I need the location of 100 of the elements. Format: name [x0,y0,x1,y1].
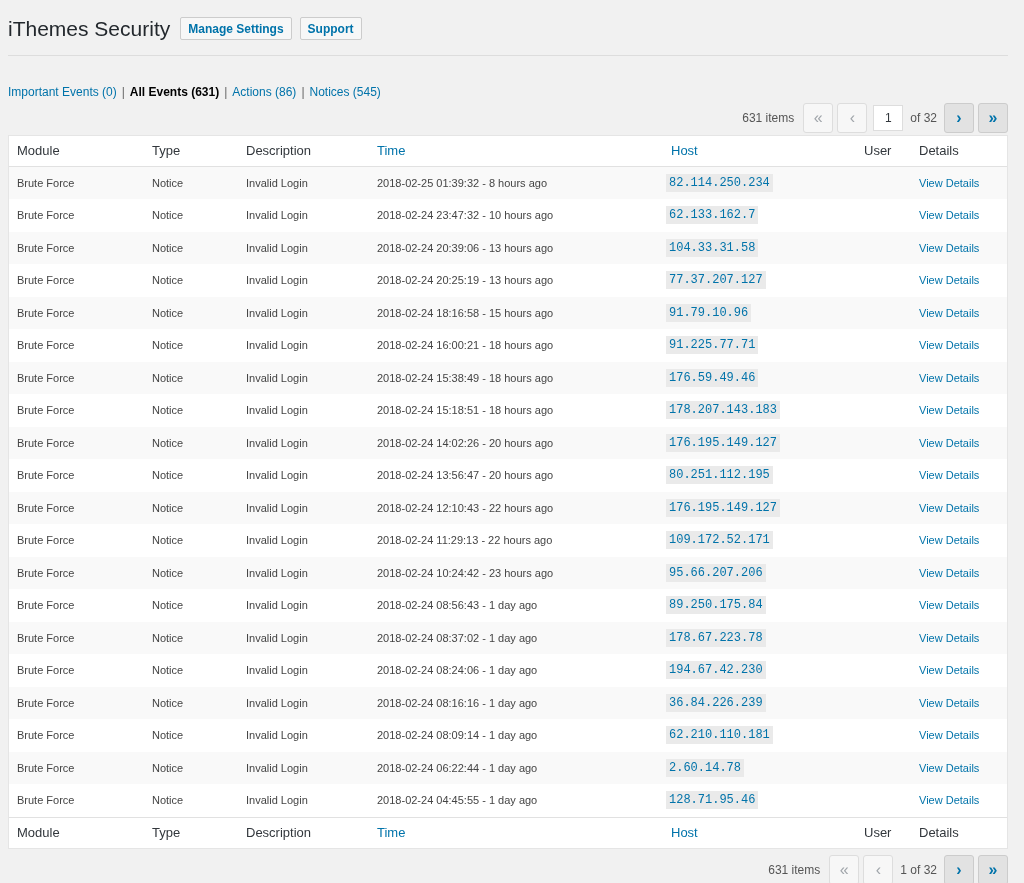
table-cell: Brute Force [17,566,75,579]
view-details-link[interactable]: View Details [919,794,980,806]
table-cell: 2018-02-24 16:00:21 - 18 hours ago [377,339,554,351]
column-header: Type [152,824,181,840]
view-details-link[interactable]: View Details [919,436,980,449]
view-details-link[interactable]: View Details [919,274,980,286]
table-cell: Notice [152,339,184,351]
header-button[interactable]: Support [299,17,362,41]
table-cell: 2018-02-24 08:16:16 - 1 day ago [377,696,538,709]
view-details-link[interactable]: View Details [919,339,980,351]
view-details-link[interactable]: View Details [919,501,980,514]
filter-link[interactable]: Notices (545) [309,82,381,101]
table-cell: Invalid Login [246,501,308,514]
table-cell: Invalid Login [246,566,308,579]
table-cell: Notice [152,306,184,319]
view-details-link[interactable]: View Details [919,599,980,611]
table-cell: Brute Force [17,729,75,741]
host-address: 176.195.149.127 [666,498,781,517]
filter-link[interactable]: Actions (86) [232,82,297,101]
column-header[interactable]: Host [671,142,698,158]
table-cell: 2018-02-24 08:09:14 - 1 day ago [377,729,538,741]
table-cell: Brute Force [17,761,75,774]
table-cell: Invalid Login [246,631,308,644]
next-page-button[interactable]: › [944,102,974,133]
view-details-link[interactable]: View Details [919,631,980,644]
host-address: 178.67.223.78 [666,628,766,647]
view-details-link[interactable]: View Details [919,404,980,416]
host-address: 194.67.42.230 [666,661,766,680]
table-cell: Invalid Login [246,696,308,709]
host-address: 80.251.112.195 [666,466,773,485]
table-cell: Notice [152,631,184,644]
page-title: iThemes Security [8,16,171,42]
table-cell: Invalid Login [246,241,308,254]
table-cell: Invalid Login [246,534,308,546]
table-cell: Brute Force [17,664,75,676]
table-cell: Notice [152,664,184,676]
page-input[interactable]: 1 [873,104,904,131]
view-details-link[interactable]: View Details [919,371,980,384]
view-details-link[interactable]: View Details [919,534,980,546]
item-count: 631 items [742,109,795,127]
table-cell: Notice [152,794,184,806]
separator: | [224,83,228,101]
table-cell: Notice [152,371,184,384]
table-cell: 2018-02-24 12:10:43 - 22 hours ago [377,501,554,514]
table-cell: Notice [152,501,184,514]
table-cell: Brute Force [17,599,75,611]
view-details-link[interactable]: View Details [919,729,980,741]
table-cell: Brute Force [17,794,75,806]
host-address: 2.60.14.78 [666,758,744,777]
table-cell: 2018-02-25 01:39:32 - 8 hours ago [377,176,548,189]
host-address: 62.210.110.181 [666,726,773,745]
column-header: User [864,142,892,158]
next-page-button[interactable]: › [944,854,974,883]
table-cell: Invalid Login [246,469,308,481]
view-details-link[interactable]: View Details [919,241,980,254]
host-address: 178.207.143.183 [666,401,781,420]
filter-link[interactable]: All Events (631) [129,82,220,101]
table-cell: 2018-02-24 13:56:47 - 20 hours ago [377,469,554,481]
table-cell: Notice [152,696,184,709]
table-cell: 2018-02-24 20:25:19 - 13 hours ago [377,274,554,286]
header-button[interactable]: Manage Settings [180,17,292,41]
view-details-link[interactable]: View Details [919,761,980,774]
separator: | [301,83,305,101]
column-header[interactable]: Time [377,142,406,158]
table-cell: Brute Force [17,371,75,384]
column-header: Type [152,142,181,158]
host-address: 128.71.95.46 [666,791,759,810]
column-header: Module [17,142,60,158]
table-cell: 2018-02-24 23:47:32 - 10 hours ago [377,209,554,221]
last-page-button[interactable]: » [978,102,1008,133]
column-header[interactable]: Time [377,824,406,840]
table-cell: Invalid Login [246,436,308,449]
page-total: of 32 [910,109,937,127]
host-address: 104.33.31.58 [666,238,759,257]
table-cell: Notice [152,566,184,579]
last-page-button[interactable]: » [978,854,1008,883]
table-cell: Notice [152,176,184,189]
filter-link[interactable]: Important Events (0) [8,82,117,101]
column-header: Module [17,824,60,840]
column-header[interactable]: Host [671,824,698,840]
table-cell: Invalid Login [246,209,308,221]
separator: | [121,83,125,101]
view-details-link[interactable]: View Details [919,664,980,676]
table-cell: 2018-02-24 15:18:51 - 18 hours ago [377,404,554,416]
view-details-link[interactable]: View Details [919,696,980,709]
table-cell: 2018-02-24 20:39:06 - 13 hours ago [377,241,554,254]
table-cell: 2018-02-24 14:02:26 - 20 hours ago [377,436,554,449]
table-cell: 2018-02-24 10:24:42 - 23 hours ago [377,566,554,579]
host-address: 77.37.207.127 [666,271,766,290]
table-cell: Invalid Login [246,339,308,351]
view-details-link[interactable]: View Details [919,469,980,481]
item-count: 631 items [768,861,821,879]
view-details-link[interactable]: View Details [919,306,980,319]
table-cell: Notice [152,729,184,741]
view-details-link[interactable]: View Details [919,209,980,221]
view-details-link[interactable]: View Details [919,176,980,189]
view-details-link[interactable]: View Details [919,566,980,579]
page-total: 1 of 32 [900,861,937,879]
table-cell: Brute Force [17,534,75,546]
table-cell: Invalid Login [246,306,308,319]
